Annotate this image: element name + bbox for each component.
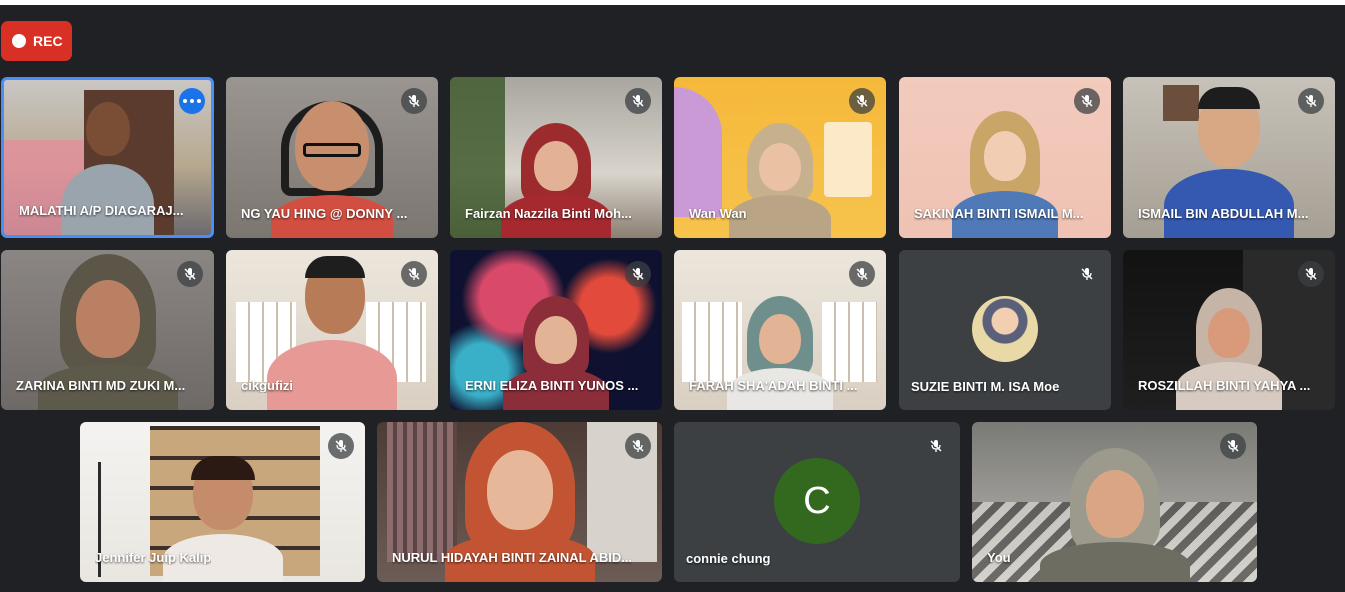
participant-tile-cikgufizi[interactable]: cikgufizi xyxy=(226,250,438,410)
participant-name: ERNI ELIZA BINTI YUNOS ... xyxy=(465,378,639,393)
participant-tile-ng-yau-hing[interactable]: NG YAU HING @ DONNY ... xyxy=(226,77,438,238)
participant-name: SAKINAH BINTI ISMAIL M... xyxy=(914,206,1084,221)
participant-name: NURUL HIDAYAH BINTI ZAINAL ABID... xyxy=(392,550,633,565)
mic-off-icon xyxy=(1220,433,1246,459)
participant-name: NG YAU HING @ DONNY ... xyxy=(241,206,408,221)
mic-off-icon xyxy=(177,261,203,287)
participant-name: cikgufizi xyxy=(241,378,294,393)
mic-off-icon xyxy=(849,261,875,287)
participant-name: You xyxy=(987,550,1011,565)
mic-off-icon xyxy=(625,433,651,459)
record-dot-icon xyxy=(12,34,26,48)
participant-tile-sakinah[interactable]: SAKINAH BINTI ISMAIL M... xyxy=(899,77,1111,238)
participant-name: ZARINA BINTI MD ZUKI M... xyxy=(16,378,186,393)
participant-tile-you[interactable]: You xyxy=(972,422,1257,582)
avatar: C xyxy=(774,458,860,544)
mic-off-icon xyxy=(328,433,354,459)
participant-tile-suzie[interactable]: SUZIE BINTI M. ISA Moe xyxy=(899,250,1111,410)
participant-name: SUZIE BINTI M. ISA Moe xyxy=(911,379,1060,394)
participant-name: FARAH SHA'ADAH BINTI ... xyxy=(689,378,858,393)
participant-name: ROSZILLAH BINTI YAHYA ... xyxy=(1138,378,1311,393)
participant-tile-malathi[interactable]: MALATHI A/P DIAGARAJ... xyxy=(1,77,214,238)
participant-name: Fairzan Nazzila Binti Moh... xyxy=(465,206,632,221)
participant-name: MALATHI A/P DIAGARAJ... xyxy=(19,203,184,218)
mic-off-icon xyxy=(401,261,427,287)
mic-off-icon xyxy=(401,88,427,114)
participant-name: connie chung xyxy=(686,551,771,566)
mic-off-icon xyxy=(625,88,651,114)
more-options-button[interactable] xyxy=(179,88,205,114)
participant-tile-zarina[interactable]: ZARINA BINTI MD ZUKI M... xyxy=(1,250,214,410)
participant-tile-nurul-hidayah[interactable]: NURUL HIDAYAH BINTI ZAINAL ABID... xyxy=(377,422,662,582)
mic-off-icon xyxy=(1298,88,1324,114)
participant-name: Jennifer Juip Kalip xyxy=(95,550,212,565)
participant-tile-farah[interactable]: FARAH SHA'ADAH BINTI ... xyxy=(674,250,886,410)
participant-name: Wan Wan xyxy=(689,206,747,221)
participant-tile-connie-chung[interactable]: C connie chung xyxy=(674,422,960,582)
participant-tile-wan-wan[interactable]: Wan Wan xyxy=(674,77,886,238)
mic-off-icon xyxy=(625,261,651,287)
recording-indicator: REC xyxy=(1,21,72,61)
top-divider xyxy=(0,0,1345,5)
mic-off-icon xyxy=(923,433,949,459)
mic-off-icon xyxy=(1074,88,1100,114)
participant-tile-jennifer[interactable]: Jennifer Juip Kalip xyxy=(80,422,365,582)
participant-tile-fairzan[interactable]: Fairzan Nazzila Binti Moh... xyxy=(450,77,662,238)
mic-off-icon xyxy=(1298,261,1324,287)
recording-label: REC xyxy=(33,33,63,49)
participant-tile-erni-eliza[interactable]: ERNI ELIZA BINTI YUNOS ... xyxy=(450,250,662,410)
participant-tile-ismail[interactable]: ISMAIL BIN ABDULLAH M... xyxy=(1123,77,1335,238)
mic-off-icon xyxy=(1074,261,1100,287)
avatar xyxy=(972,296,1038,362)
participant-name: ISMAIL BIN ABDULLAH M... xyxy=(1138,206,1309,221)
participant-tile-roszillah[interactable]: ROSZILLAH BINTI YAHYA ... xyxy=(1123,250,1335,410)
mic-off-icon xyxy=(849,88,875,114)
